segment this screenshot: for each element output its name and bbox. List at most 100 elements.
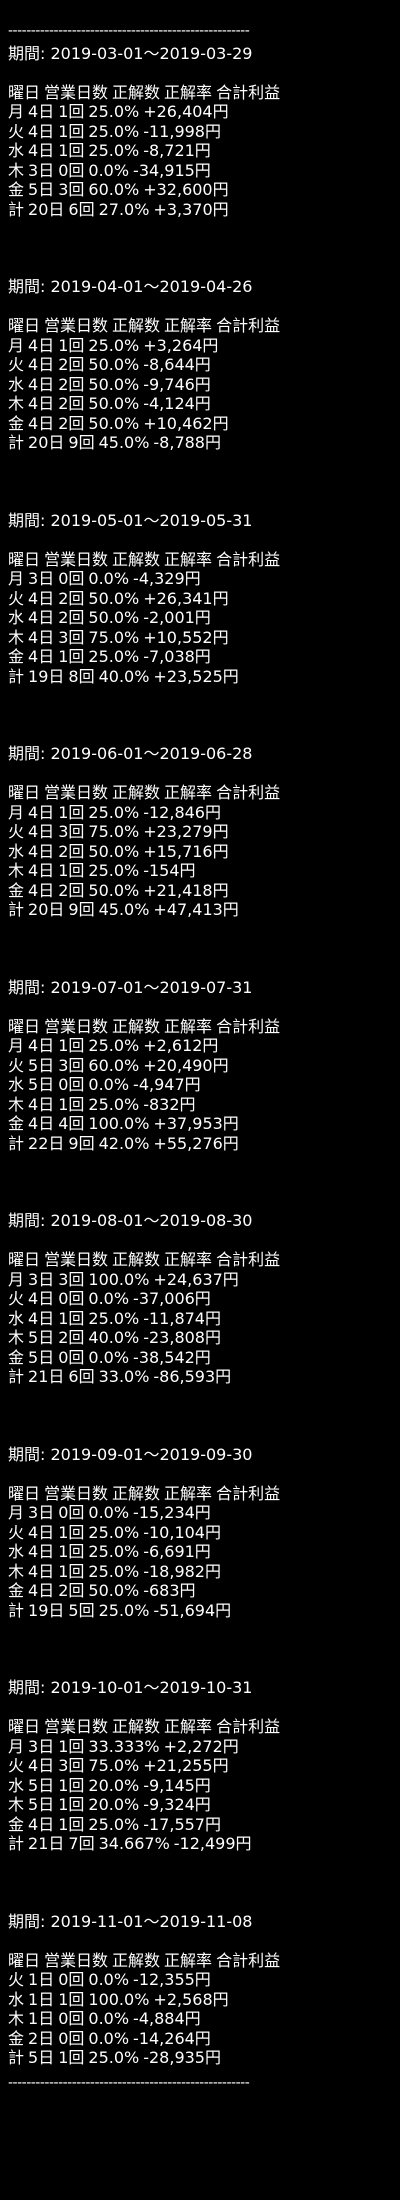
table-cell: 水 xyxy=(8,1542,25,1561)
table-cell: 1回 xyxy=(58,1989,85,2009)
total-row: 計 5日 1回 25.0% -28,935円 xyxy=(8,2048,400,2068)
column-header: 合計利益 xyxy=(216,783,281,802)
table-cell: 25.0% xyxy=(88,335,140,355)
table-cell: 月 xyxy=(8,802,25,822)
table-cell: 金 xyxy=(8,880,25,900)
table-cell: 0回 xyxy=(58,1075,85,1094)
table-cell: 20日 xyxy=(28,433,65,452)
table-cell: 25.0% xyxy=(88,121,140,141)
table-cell: 45.0% xyxy=(98,433,150,452)
table-cell: 金 xyxy=(8,413,25,433)
table-cell: 月 xyxy=(8,1736,25,1756)
table-cell: 5日 xyxy=(28,180,55,199)
table-cell: 火 xyxy=(8,1756,25,1775)
table-cell: 25.0% xyxy=(88,802,140,822)
table-cell: 4日 xyxy=(28,335,55,355)
table-cell: 50.0% xyxy=(88,588,140,608)
table-row: 月 4日 1回 25.0% +26,404円 xyxy=(8,102,400,122)
period-label: 期間: xyxy=(8,1211,46,1230)
table-cell: +24,637円 xyxy=(153,1269,239,1289)
table-cell: 0.0% xyxy=(88,2009,130,2028)
table-cell: 金 xyxy=(8,1581,25,1600)
column-header: 営業日数 xyxy=(44,1250,109,1269)
column-header: 正解数 xyxy=(112,549,161,569)
table-cell: 1回 xyxy=(58,102,85,121)
table-row: 金 4日 2回 50.0% +21,418円 xyxy=(8,881,400,901)
table-row: 木 5日 2回 40.0% -23,808円 xyxy=(8,1328,400,1348)
table-cell: 4日 xyxy=(28,141,55,160)
table-cell: -4,329円 xyxy=(133,569,201,588)
table-cell: 火 xyxy=(8,1055,25,1075)
table-cell: 5日 xyxy=(28,2048,55,2067)
period-label: 期間: xyxy=(8,43,46,63)
column-header: 営業日数 xyxy=(44,1717,109,1736)
table-cell: 0回 xyxy=(58,1289,85,1308)
table-cell: 4日 xyxy=(28,1289,55,1308)
table-cell: +3,370円 xyxy=(153,199,229,219)
period-heading: 期間: 2019-05-01～2019-05-31 xyxy=(8,511,400,531)
table-header: 曜日 営業日数 正解数 正解率 合計利益 xyxy=(8,783,400,803)
period-label: 期間: xyxy=(8,277,46,296)
table-cell: +21,255円 xyxy=(143,1756,229,1775)
column-header: 正解率 xyxy=(164,1950,213,1970)
table-cell: 25.0% xyxy=(88,861,140,880)
table-cell: +3,264円 xyxy=(143,335,219,355)
table-cell: 25.0% xyxy=(88,1308,140,1328)
table-cell: 20日 xyxy=(28,199,65,219)
table-cell: 3日 xyxy=(28,1736,55,1756)
table-cell: 火 xyxy=(8,1522,25,1542)
table-cell: 50.0% xyxy=(88,841,140,861)
table-cell: 1回 xyxy=(58,141,85,160)
period-range: 2019-06-01～2019-06-28 xyxy=(50,744,253,763)
period-label: 期間: xyxy=(8,744,46,763)
table-row: 水 4日 1回 25.0% -6,691円 xyxy=(8,1542,400,1562)
table-cell: 計 xyxy=(8,900,25,919)
table-cell: 0回 xyxy=(58,1347,85,1367)
table-row: 木 4日 2回 50.0% -4,124円 xyxy=(8,394,400,414)
table-cell: 50.0% xyxy=(88,880,140,900)
table-cell: 月 xyxy=(8,1269,25,1289)
table-cell: -6,691円 xyxy=(143,1542,211,1561)
period-range: 2019-08-01～2019-08-30 xyxy=(50,1211,253,1230)
table-cell: -154円 xyxy=(143,861,196,880)
table-row: 火 1日 0回 0.0% -12,355円 xyxy=(8,1970,400,1990)
column-header: 合計利益 xyxy=(216,1483,281,1503)
table-cell: 25.0% xyxy=(88,1522,140,1542)
column-header: 正解率 xyxy=(164,316,213,335)
table-cell: 0.0% xyxy=(88,569,130,588)
period-block: 期間: 2019-07-01～2019-07-31 曜日 営業日数 正解数 正解率 合計利… xyxy=(8,978,400,1154)
column-header: 合計利益 xyxy=(216,1250,281,1269)
table-cell: +26,341円 xyxy=(143,588,229,608)
table-cell: 42.0% xyxy=(98,1133,150,1153)
column-header: 合計利益 xyxy=(216,1016,281,1036)
table-cell: 0回 xyxy=(58,569,85,588)
table-cell: -683円 xyxy=(143,1581,196,1600)
table-cell: +23,279円 xyxy=(143,822,229,841)
table-cell: 火 xyxy=(8,588,25,608)
table-cell: +32,600円 xyxy=(143,180,229,199)
column-header: 正解率 xyxy=(164,82,213,102)
table-header: 曜日 営業日数 正解数 正解率 合計利益 xyxy=(8,316,400,336)
table-cell: 4日 xyxy=(28,1814,55,1834)
table-cell: 木 xyxy=(8,394,25,413)
period-range: 2019-07-01～2019-07-31 xyxy=(50,977,253,997)
table-cell: 水 xyxy=(8,608,25,627)
period-heading: 期間: 2019-07-01～2019-07-31 xyxy=(8,978,400,998)
column-header: 曜日 xyxy=(8,1483,41,1503)
table-cell: 計 xyxy=(8,2048,25,2067)
period-block: 期間: 2019-05-01～2019-05-31 曜日 営業日数 正解数 正解率 合計利… xyxy=(8,511,400,687)
table-cell: 2回 xyxy=(58,355,85,374)
table-cell: 100.0% xyxy=(88,1114,150,1133)
table-cell: -4,124円 xyxy=(143,394,211,413)
table-cell: 3回 xyxy=(58,822,85,841)
table-row: 水 4日 1回 25.0% -8,721円 xyxy=(8,141,400,161)
table-cell: 0.0% xyxy=(88,1289,130,1308)
table-cell: 50.0% xyxy=(88,394,140,413)
table-cell: -4,947円 xyxy=(133,1075,201,1094)
total-row: 計 20日 9回 45.0% +47,413円 xyxy=(8,900,400,920)
table-cell: +21,418円 xyxy=(143,880,229,900)
table-cell: -28,935円 xyxy=(143,2048,221,2067)
